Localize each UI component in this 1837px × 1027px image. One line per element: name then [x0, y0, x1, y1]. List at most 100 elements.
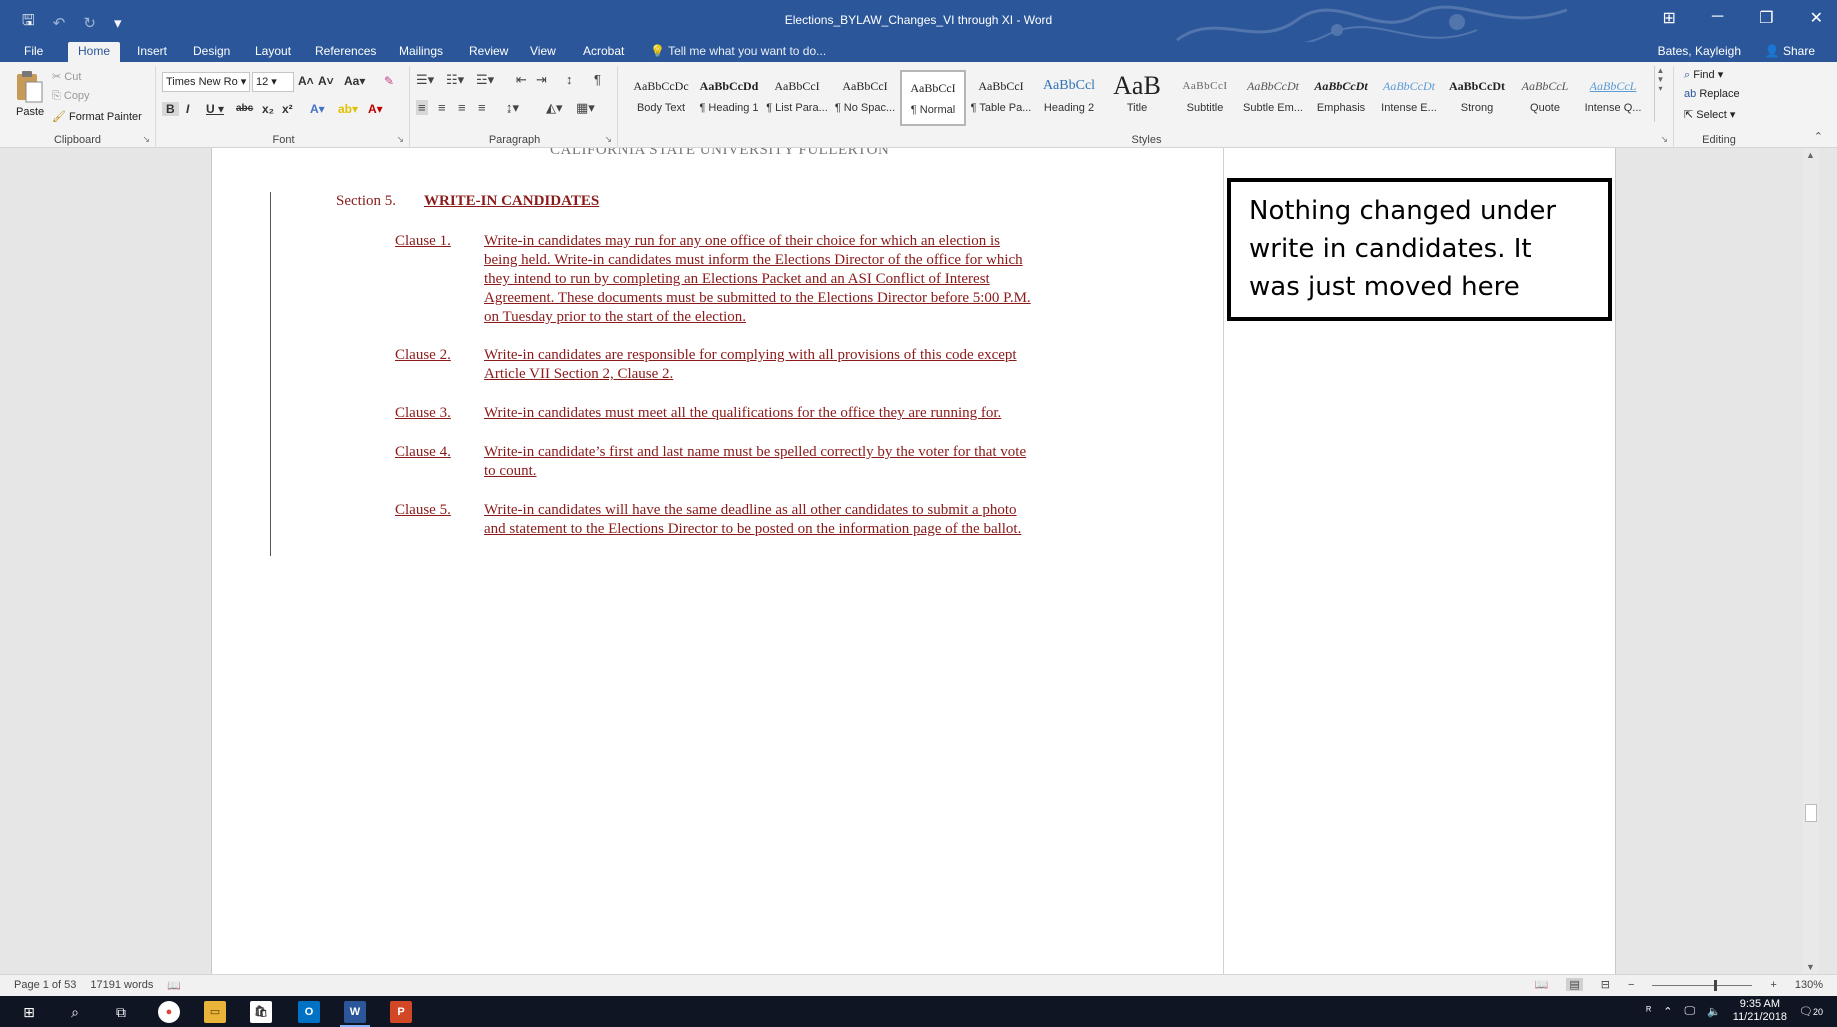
bold-icon[interactable]: B	[162, 102, 179, 116]
tab-acrobat[interactable]: Acrobat	[573, 42, 634, 62]
line-spacing-icon[interactable]: ↨▾	[506, 100, 519, 116]
show-hidden-icons-icon[interactable]: ⌃	[1663, 1005, 1672, 1018]
subscript-icon[interactable]: x₂	[262, 102, 274, 116]
gallery-down-icon[interactable]: ▼	[1655, 75, 1666, 84]
style-intense-emphasis[interactable]: AaBbCcDt Intense E...	[1376, 70, 1442, 126]
scroll-up-icon[interactable]: ▲	[1806, 150, 1815, 160]
multilevel-list-icon[interactable]: ☲▾	[476, 72, 494, 88]
shrink-font-icon[interactable]: A˅	[318, 74, 334, 88]
vertical-scrollbar[interactable]: ▲ ▼	[1803, 148, 1819, 974]
justify-icon[interactable]: ≡	[478, 100, 486, 115]
tell-me-search[interactable]: 💡 Tell me what you want to do...	[650, 42, 826, 60]
select-button[interactable]: ⇱ Select ▾	[1684, 108, 1735, 121]
grow-font-icon[interactable]: A˄	[298, 74, 314, 88]
user-name[interactable]: Bates, Kayleigh	[1658, 42, 1741, 60]
replace-button[interactable]: ab Replace	[1684, 88, 1740, 100]
paste-icon[interactable]	[14, 70, 44, 104]
styles-gallery-scroll[interactable]: ▲ ▼ ▾	[1654, 66, 1666, 122]
style-title[interactable]: AaB Title	[1104, 70, 1170, 126]
cut-button[interactable]: ✂ Cut	[52, 70, 81, 83]
underline-icon[interactable]: U ▾	[206, 102, 224, 116]
font-name-input[interactable]: Times New Ro ▾	[162, 72, 250, 92]
align-right-icon[interactable]: ≡	[458, 100, 466, 115]
search-icon[interactable]: ⌕	[64, 1001, 86, 1023]
align-left-icon[interactable]: ≡	[416, 100, 428, 115]
clipboard-launcher-icon[interactable]: ↘	[142, 134, 150, 145]
highlight-color-icon[interactable]: ab▾	[338, 102, 358, 116]
format-painter-button[interactable]: 🖌 Format Painter	[52, 110, 142, 123]
align-center-icon[interactable]: ≡	[438, 100, 446, 115]
tab-design[interactable]: Design	[183, 42, 240, 62]
font-launcher-icon[interactable]: ↘	[396, 134, 404, 145]
style-table-paragraph[interactable]: AaBbCcI ¶ Table Pa...	[968, 70, 1034, 126]
page-count[interactable]: Page 1 of 53	[14, 979, 76, 992]
decrease-indent-icon[interactable]: ⇤	[516, 72, 527, 88]
share-button[interactable]: 👤 Share	[1765, 42, 1815, 60]
store-icon[interactable]: 🛍	[250, 1001, 272, 1023]
strikethrough-icon[interactable]: abc	[236, 103, 253, 114]
style-heading-1[interactable]: AaBbCcDd ¶ Heading 1	[696, 70, 762, 126]
show-formatting-icon[interactable]: ¶	[594, 72, 601, 87]
bullets-icon[interactable]: ☰▾	[416, 72, 434, 88]
font-size-input[interactable]: 12 ▾	[252, 72, 294, 92]
close-icon[interactable]: ✕	[1810, 8, 1823, 28]
style-heading-2[interactable]: AaBbCcl Heading 2	[1036, 70, 1102, 126]
scroll-thumb[interactable]	[1805, 804, 1817, 822]
font-color-icon[interactable]: A▾	[368, 102, 383, 116]
action-center-icon[interactable]: 🗨20	[1799, 1005, 1823, 1018]
people-icon[interactable]: ᴿ	[1646, 1005, 1651, 1017]
style-no-spacing[interactable]: AaBbCcI ¶ No Spac...	[832, 70, 898, 126]
tab-file[interactable]: File	[14, 42, 53, 62]
file-explorer-icon[interactable]: ▭	[204, 1001, 226, 1023]
tab-view[interactable]: View	[520, 42, 566, 62]
change-case-icon[interactable]: Aa▾	[344, 74, 365, 88]
volume-icon[interactable]: 🔈	[1707, 1005, 1721, 1018]
paste-button[interactable]: Paste	[16, 106, 44, 118]
zoom-slider[interactable]	[1652, 979, 1753, 991]
style-intense-quote[interactable]: AaBbCcL Intense Q...	[1580, 70, 1646, 126]
text-effects-icon[interactable]: A▾	[310, 102, 325, 116]
restore-icon[interactable]: ❐	[1759, 8, 1773, 28]
increase-indent-icon[interactable]: ⇥	[536, 72, 547, 88]
tab-mailings[interactable]: Mailings	[389, 42, 453, 62]
chrome-icon[interactable]: ●	[158, 1001, 180, 1023]
read-mode-icon[interactable]: 📖	[1535, 978, 1549, 991]
minimize-icon[interactable]: ─	[1712, 8, 1723, 28]
outlook-icon[interactable]: O	[298, 1001, 320, 1023]
shading-icon[interactable]: ◭▾	[546, 100, 563, 116]
zoom-out-icon[interactable]: −	[1628, 979, 1634, 991]
word-count[interactable]: 17191 words	[90, 979, 153, 992]
tab-review[interactable]: Review	[459, 42, 518, 62]
style-normal[interactable]: AaBbCcI ¶ Normal	[900, 70, 966, 126]
tab-insert[interactable]: Insert	[127, 42, 177, 62]
print-layout-icon[interactable]: ▤	[1566, 978, 1583, 991]
tab-references[interactable]: References	[305, 42, 386, 62]
clear-formatting-icon[interactable]: ✎	[384, 74, 394, 88]
style-emphasis[interactable]: AaBbCcDt Emphasis	[1308, 70, 1374, 126]
style-list-paragraph[interactable]: AaBbCcI ¶ List Para...	[764, 70, 830, 126]
scroll-down-icon[interactable]: ▼	[1806, 962, 1815, 972]
document-page[interactable]: CALIFORNIA STATE UNIVERSITY FULLERTON Se…	[211, 148, 1223, 974]
web-layout-icon[interactable]: ⊟	[1601, 978, 1610, 991]
italic-icon[interactable]: I	[186, 102, 189, 116]
borders-icon[interactable]: ▦▾	[576, 100, 595, 116]
tab-home[interactable]: Home	[68, 42, 121, 62]
paragraph-launcher-icon[interactable]: ↘	[604, 134, 612, 145]
gallery-more-icon[interactable]: ▾	[1655, 84, 1666, 93]
collapse-ribbon-icon[interactable]: ⌃	[1814, 130, 1823, 143]
gallery-up-icon[interactable]: ▲	[1655, 66, 1666, 75]
style-strong[interactable]: AaBbCcDt Strong	[1444, 70, 1510, 126]
clock[interactable]: 9:35 AM 11/21/2018	[1733, 998, 1787, 1024]
style-quote[interactable]: AaBbCcL Quote	[1512, 70, 1578, 126]
superscript-icon[interactable]: x²	[282, 102, 293, 116]
comment-callout[interactable]: Nothing changed under write in candidate…	[1227, 178, 1612, 321]
network-icon[interactable]: 🖵	[1684, 1005, 1695, 1018]
style-subtle-emphasis[interactable]: AaBbCcDt Subtle Em...	[1240, 70, 1306, 126]
word-taskbar-icon[interactable]: W	[340, 1001, 370, 1027]
proofing-icon[interactable]: 📖	[167, 979, 181, 992]
zoom-in-icon[interactable]: +	[1770, 979, 1776, 991]
zoom-slider-knob[interactable]	[1714, 979, 1718, 991]
start-icon[interactable]: ⊞	[18, 1001, 40, 1023]
copy-button[interactable]: ⎘ Copy	[52, 90, 90, 103]
ribbon-display-options-icon[interactable]: ⊞	[1663, 8, 1676, 28]
